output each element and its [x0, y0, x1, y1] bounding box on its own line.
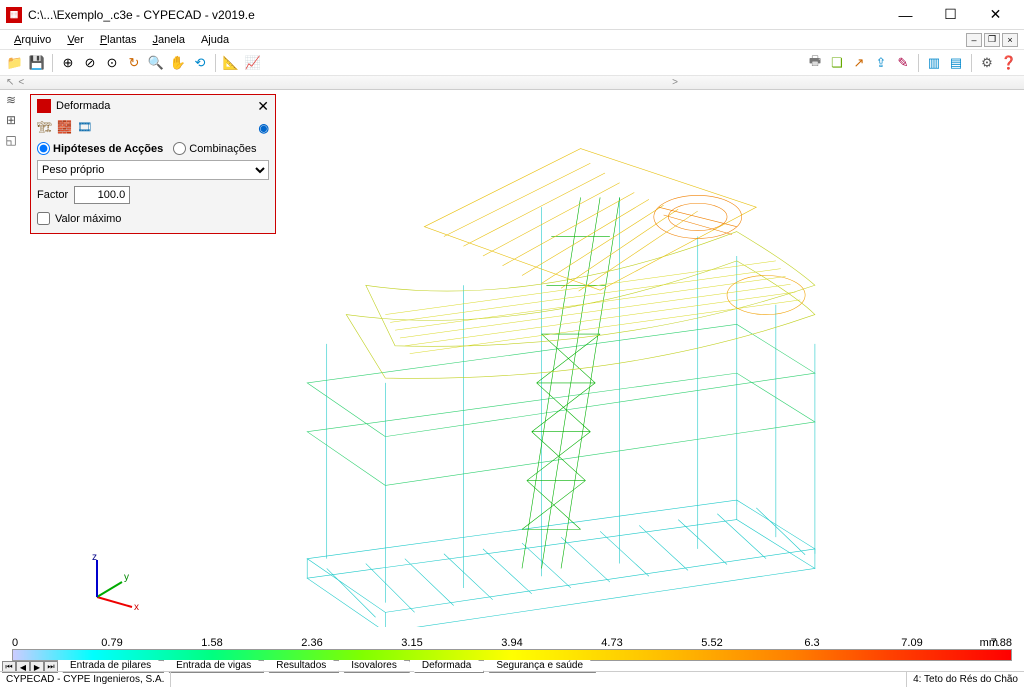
radio-hipoteses-input[interactable]: [37, 142, 50, 155]
settings-icon[interactable]: ✎: [894, 54, 912, 72]
panel-tool-1-icon[interactable]: 🏗: [37, 120, 53, 136]
scale-v0: 0: [12, 637, 62, 649]
pan-icon[interactable]: ✋: [169, 54, 187, 72]
window-controls: — ☐ ✕: [883, 1, 1018, 29]
valor-maximo-label: Valor máximo: [55, 213, 121, 225]
valor-maximo-checkbox[interactable]: [37, 212, 50, 225]
maximize-button[interactable]: ☐: [928, 1, 973, 29]
scale-v9: 7.09: [862, 637, 962, 649]
menubar: Arquivo Ver Plantas Janela Ajuda – ❐ ×: [0, 30, 1024, 50]
minimize-button[interactable]: —: [883, 1, 928, 29]
mode-radio-row: Hipóteses de Acções Combinações: [31, 139, 275, 158]
save-icon[interactable]: 💾: [28, 54, 46, 72]
svg-text:z: z: [92, 552, 97, 563]
panel-titlebar[interactable]: Deformada ✕: [31, 95, 275, 117]
titlebar: ▦ C:\...\Exemplo_.c3e - CYPECAD - v2019.…: [0, 0, 1024, 30]
scale-v7: 5.52: [662, 637, 762, 649]
share-icon[interactable]: ⇪: [872, 54, 890, 72]
factor-row: Factor: [31, 182, 275, 208]
separator: [215, 54, 216, 72]
menu-plantas[interactable]: Plantas: [92, 32, 145, 48]
menu-ajuda[interactable]: Ajuda: [193, 32, 237, 48]
export-icon[interactable]: ↗: [850, 54, 868, 72]
help-icon[interactable]: ❓: [1000, 54, 1018, 72]
cube-icon[interactable]: ◱: [2, 132, 20, 148]
panel-icon: [37, 99, 51, 113]
svg-text:y: y: [124, 572, 129, 583]
axis-gizmo: x y z: [72, 552, 142, 612]
window1-icon[interactable]: ▥: [925, 54, 943, 72]
radio-combinacoes-label: Combinações: [189, 143, 256, 155]
panel-close-button[interactable]: ✕: [257, 98, 269, 115]
menu-arquivo[interactable]: Arquivo: [6, 32, 59, 48]
panel-tool-2-icon[interactable]: 🧱: [57, 120, 73, 136]
graph-icon[interactable]: 📈: [244, 54, 262, 72]
panel-help-icon[interactable]: ◉: [259, 121, 269, 135]
color-scale: 0 0.79 1.58 2.36 3.15 3.94 4.73 5.52 6.3…: [2, 636, 1022, 661]
left-toolbar: ≋ ⊞ ◱: [2, 92, 22, 148]
scale-v6: 4.73: [562, 637, 662, 649]
zoom-realtime-icon[interactable]: 🔍: [147, 54, 165, 72]
scale-v3: 2.36: [262, 637, 362, 649]
svg-text:x: x: [134, 602, 139, 612]
separator: [971, 54, 972, 72]
deformada-panel: Deformada ✕ 🏗 🧱 🎞 ◉ Hipóteses de Acções …: [30, 94, 276, 234]
cursor-icon: ↖: [6, 77, 14, 88]
app-icon: ▦: [6, 7, 22, 23]
panel-tool-3-icon[interactable]: 🎞: [77, 120, 93, 136]
hypothesis-select[interactable]: Peso próprio: [37, 160, 269, 180]
zoom-extents-icon[interactable]: ⊘: [81, 54, 99, 72]
grid-icon[interactable]: ⊞: [2, 112, 20, 128]
mdi-minimize[interactable]: –: [966, 33, 982, 47]
valor-maximo-row: Valor máximo: [31, 208, 275, 233]
factor-input[interactable]: [74, 186, 130, 204]
orbit-icon[interactable]: ⟲: [191, 54, 209, 72]
statusbar: CYPECAD - CYPE Ingenieros, S.A. 4: Teto …: [0, 671, 1024, 687]
menu-janela[interactable]: Janela: [145, 32, 193, 48]
ruler-marker-right: >: [672, 77, 678, 88]
radio-hipoteses[interactable]: Hipóteses de Acções: [37, 142, 163, 155]
config-icon[interactable]: ⚙: [978, 54, 996, 72]
radio-hipoteses-label: Hipóteses de Acções: [53, 143, 163, 155]
panel-toolbar: 🏗 🧱 🎞 ◉: [31, 117, 275, 139]
redraw-icon[interactable]: ↻: [125, 54, 143, 72]
measure-icon[interactable]: 📐: [222, 54, 240, 72]
window2-icon[interactable]: ▤: [947, 54, 965, 72]
separator: [52, 54, 53, 72]
menu-ver[interactable]: Ver: [59, 32, 92, 48]
close-button[interactable]: ✕: [973, 1, 1018, 29]
layers-icon[interactable]: ❏: [828, 54, 846, 72]
factor-label: Factor: [37, 189, 68, 201]
ruler-marker-left: <: [18, 77, 24, 88]
ruler: ↖ < >: [0, 76, 1024, 90]
open-icon[interactable]: 📁: [6, 54, 24, 72]
status-floor: 4: Teto do Rés do Chão: [906, 672, 1024, 687]
zoom-window-icon[interactable]: ⊕: [59, 54, 77, 72]
elements-icon[interactable]: ≋: [2, 92, 20, 108]
zoom-fit-icon[interactable]: ⊙: [103, 54, 121, 72]
window-title: C:\...\Exemplo_.c3e - CYPECAD - v2019.e: [28, 8, 883, 22]
panel-title: Deformada: [56, 100, 110, 112]
mdi-close[interactable]: ×: [1002, 33, 1018, 47]
radio-combinacoes-input[interactable]: [173, 142, 186, 155]
scale-v2: 1.58: [162, 637, 262, 649]
tab-deformada[interactable]: Deformada: [409, 660, 484, 673]
scale-v1: 0.79: [62, 637, 162, 649]
toolbar: 📁 💾 ⊕ ⊘ ⊙ ↻ 🔍 ✋ ⟲ 📐 📈 🖶 ❏ ↗ ⇪ ✎ ▥ ▤ ⚙ ❓: [0, 50, 1024, 76]
mdi-restore[interactable]: ❐: [984, 33, 1000, 47]
radio-combinacoes[interactable]: Combinações: [173, 142, 256, 155]
scale-v5: 3.94: [462, 637, 562, 649]
scale-unit: mm: [980, 637, 998, 649]
scale-v8: 6.3: [762, 637, 862, 649]
print-icon[interactable]: 🖶: [806, 54, 824, 72]
separator: [918, 54, 919, 72]
status-company: CYPECAD - CYPE Ingenieros, S.A.: [0, 672, 171, 687]
scale-v4: 3.15: [362, 637, 462, 649]
